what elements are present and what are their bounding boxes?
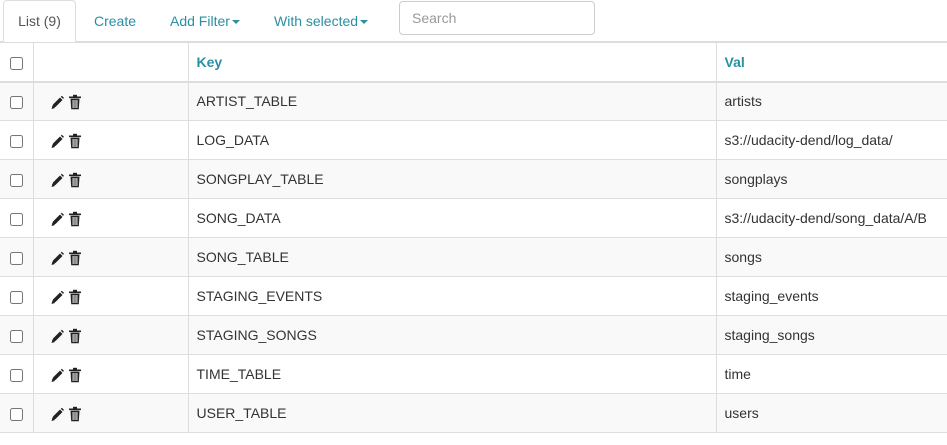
row-key: LOG_DATA xyxy=(187,120,717,160)
row-checkbox[interactable] xyxy=(9,173,23,187)
row-actions xyxy=(32,393,189,433)
column-header-val-label[interactable]: Val xyxy=(725,54,745,70)
row-checkbox[interactable] xyxy=(9,134,23,148)
select-all-cell xyxy=(0,42,34,83)
row-checkbox[interactable] xyxy=(9,212,23,226)
caret-down-icon xyxy=(231,20,240,25)
pencil-icon[interactable] xyxy=(50,94,64,110)
with-selected-label: With selected xyxy=(274,13,359,29)
row-actions xyxy=(32,315,189,355)
column-header-val[interactable]: Val xyxy=(715,42,947,83)
row-select-cell xyxy=(0,315,34,355)
table-row: SONG_TABLE songs xyxy=(0,237,947,277)
add-filter-dropdown[interactable]: Add Filter xyxy=(170,0,240,42)
trash-icon[interactable] xyxy=(68,133,82,149)
pencil-icon[interactable] xyxy=(50,133,64,149)
list-toolbar: List (9) Create Add Filter With selected xyxy=(0,0,947,43)
table-row: SONG_DATA s3://udacity-dend/song_data/A/B xyxy=(0,198,947,238)
row-actions xyxy=(32,159,189,199)
trash-icon[interactable] xyxy=(68,211,82,227)
row-select-cell xyxy=(0,237,34,277)
row-key: USER_TABLE xyxy=(187,393,717,433)
row-select-cell xyxy=(0,198,34,238)
pencil-icon[interactable] xyxy=(50,211,64,227)
row-val: artists xyxy=(715,81,947,121)
with-selected-dropdown[interactable]: With selected xyxy=(274,0,369,42)
table-row: ARTIST_TABLE artists xyxy=(0,81,947,121)
pencil-icon[interactable] xyxy=(50,289,64,305)
pencil-icon[interactable] xyxy=(50,406,64,422)
pencil-icon[interactable] xyxy=(50,328,64,344)
row-key: SONG_TABLE xyxy=(187,237,717,277)
row-key: STAGING_EVENTS xyxy=(187,276,717,316)
row-key: STAGING_SONGS xyxy=(187,315,717,355)
row-val: s3://udacity-dend/song_data/A/B xyxy=(715,198,947,238)
table-row: USER_TABLE users xyxy=(0,393,947,433)
row-actions xyxy=(32,120,189,160)
row-key: TIME_TABLE xyxy=(187,354,717,394)
row-key: SONG_DATA xyxy=(187,198,717,238)
row-key: SONGPLAY_TABLE xyxy=(187,159,717,199)
actions-header xyxy=(32,42,189,83)
row-checkbox[interactable] xyxy=(9,290,23,304)
row-actions xyxy=(32,198,189,238)
row-select-cell xyxy=(0,159,34,199)
search-input[interactable] xyxy=(399,1,595,35)
row-actions xyxy=(32,237,189,277)
tab-list[interactable]: List (9) xyxy=(3,0,76,43)
table-row: STAGING_EVENTS staging_events xyxy=(0,276,947,316)
row-checkbox[interactable] xyxy=(9,329,23,343)
row-select-cell xyxy=(0,276,34,316)
row-key: ARTIST_TABLE xyxy=(187,81,717,121)
row-checkbox[interactable] xyxy=(9,251,23,265)
table-row: TIME_TABLE time xyxy=(0,354,947,394)
row-actions xyxy=(32,81,189,121)
pencil-icon[interactable] xyxy=(50,172,64,188)
table-header-row: Key Val xyxy=(0,42,947,83)
trash-icon[interactable] xyxy=(68,328,82,344)
row-val: time xyxy=(715,354,947,394)
row-val: songplays xyxy=(715,159,947,199)
row-actions xyxy=(32,276,189,316)
row-select-cell xyxy=(0,393,34,433)
row-checkbox[interactable] xyxy=(9,368,23,382)
trash-icon[interactable] xyxy=(68,250,82,266)
row-select-cell xyxy=(0,81,34,121)
trash-icon[interactable] xyxy=(68,406,82,422)
caret-down-icon xyxy=(360,20,369,25)
create-link[interactable]: Create xyxy=(94,0,136,42)
pencil-icon[interactable] xyxy=(50,367,64,383)
row-actions xyxy=(32,354,189,394)
trash-icon[interactable] xyxy=(68,367,82,383)
row-val: staging_events xyxy=(715,276,947,316)
pencil-icon[interactable] xyxy=(50,250,64,266)
row-checkbox[interactable] xyxy=(9,96,23,110)
row-val: staging_songs xyxy=(715,315,947,355)
trash-icon[interactable] xyxy=(68,289,82,305)
select-all-checkbox[interactable] xyxy=(9,56,23,70)
row-val: s3://udacity-dend/log_data/ xyxy=(715,120,947,160)
row-checkbox[interactable] xyxy=(9,407,23,421)
row-val: users xyxy=(715,393,947,433)
column-header-key-label[interactable]: Key xyxy=(197,54,223,70)
trash-icon[interactable] xyxy=(68,172,82,188)
row-val: songs xyxy=(715,237,947,277)
row-select-cell xyxy=(0,354,34,394)
table-row: LOG_DATA s3://udacity-dend/log_data/ xyxy=(0,120,947,160)
table-row: STAGING_SONGS staging_songs xyxy=(0,315,947,355)
row-select-cell xyxy=(0,120,34,160)
add-filter-label: Add Filter xyxy=(170,13,230,29)
trash-icon[interactable] xyxy=(68,94,82,110)
column-header-key[interactable]: Key xyxy=(187,42,717,83)
records-table: Key Val ARTIST_TABLE artists LOG_DATA s3://… xyxy=(0,42,947,433)
table-row: SONGPLAY_TABLE songplays xyxy=(0,159,947,199)
